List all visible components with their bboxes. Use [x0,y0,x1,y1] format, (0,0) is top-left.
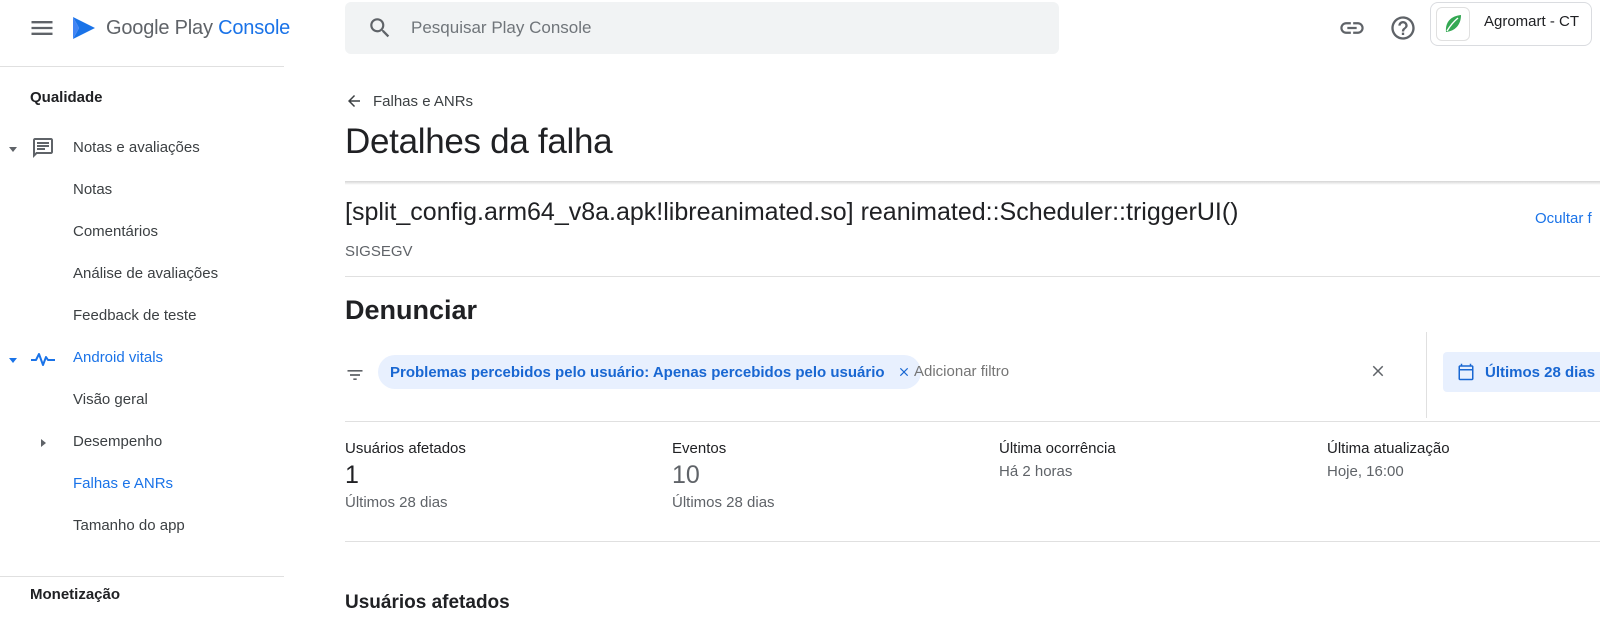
stat-label: Usuários afetados [345,440,466,457]
stat-label: Eventos [672,440,727,457]
account-name: Agromart - CT [1484,12,1580,30]
sidebar: Qualidade Notas e avaliações Notas Comen… [0,66,284,627]
caret-down-icon[interactable] [7,143,19,155]
header-divider [345,181,1600,185]
play-console-logo[interactable]: Google Play Console [70,12,290,44]
caret-right-icon[interactable] [37,437,49,449]
stat-period: Últimos 28 dias [345,494,448,511]
sidebar-item-reviews[interactable]: Comentários [73,223,158,240]
filter-list-icon[interactable] [345,365,365,385]
calendar-icon [1458,363,1474,381]
vertical-divider [1426,332,1427,418]
crash-signal: SIGSEGV [345,243,413,260]
add-filter-input[interactable] [914,363,1214,380]
stat-affected-users: Usuários afetados 1 Últimos 28 dias [345,440,466,511]
affected-users-section-title: Usuários afetados [345,592,510,613]
main-content: Falhas e ANRs Detalhes da falha [split_c… [345,66,1600,627]
sidebar-item-android-vitals[interactable]: Android vitals [73,349,163,366]
link-icon[interactable] [1338,14,1366,42]
back-link-label: Falhas e ANRs [373,92,474,110]
sidebar-section-quality: Qualidade [30,89,103,106]
crash-title: [split_config.arm64_v8a.apk!libreanimate… [345,198,1239,226]
caret-down-icon[interactable] [7,354,19,366]
search-input[interactable] [411,18,1011,38]
sidebar-item-ratings[interactable]: Notas [73,181,112,198]
date-range-button[interactable]: Últimos 28 dias [1443,352,1600,392]
stat-label: Última ocorrência [999,440,1116,457]
filter-chip-user-perceived[interactable]: Problemas percebidos pelo usuário: Apena… [378,355,921,389]
help-icon[interactable] [1389,14,1417,42]
hide-link[interactable]: Ocultar f [1535,210,1592,227]
stat-value: 1 [345,461,359,489]
feedback-icon [33,138,53,158]
stat-value: 10 [672,461,700,489]
stat-last-update: Última atualização Hoje, 16:00 [1327,440,1450,480]
date-range-label: Últimos 28 dias [1485,363,1596,381]
sidebar-item-ratings-reviews[interactable]: Notas e avaliações [73,139,200,156]
sidebar-section-monetization: Monetização [30,586,121,603]
stat-label: Última atualização [1327,440,1450,457]
close-icon[interactable] [897,365,911,379]
top-app-bar: Google Play Console Agromart - CT [0,0,1600,66]
sidebar-item-reviews-analysis[interactable]: Análise de avaliações [73,265,218,282]
menu-icon[interactable] [28,14,56,42]
vitals-pulse-icon [31,353,55,366]
divider [345,276,1600,277]
stat-events: Eventos 10 Últimos 28 dias [672,440,775,511]
divider [345,421,1600,422]
stat-value: Hoje, 16:00 [1327,463,1404,480]
account-switcher[interactable]: Agromart - CT [1430,2,1592,46]
stat-period: Últimos 28 dias [672,494,775,511]
arrow-back-icon [348,95,360,107]
search-icon [370,18,390,38]
sidebar-item-testing-feedback[interactable]: Feedback de teste [73,307,196,324]
play-logo-icon [73,17,95,39]
search-bar[interactable] [345,2,1059,54]
sidebar-item-overview[interactable]: Visão geral [73,391,148,408]
report-section-title: Denunciar [345,295,478,325]
stat-last-occurrence: Última ocorrência Há 2 horas [999,440,1116,480]
sidebar-item-crashes-anrs[interactable]: Falhas e ANRs [73,475,173,492]
divider [345,541,1600,542]
filter-chip-label: Problemas percebidos pelo usuário: Apena… [390,363,885,381]
clear-filters-icon[interactable] [1369,362,1387,380]
back-link[interactable]: Falhas e ANRs [345,92,473,110]
page-title: Detalhes da falha [345,122,613,161]
sidebar-divider [0,576,284,577]
sidebar-item-performance[interactable]: Desempenho [73,433,162,450]
filter-bar: Problemas percebidos pelo usuário: Apena… [345,332,1600,418]
stat-value: Há 2 horas [999,463,1073,480]
app-avatar [1436,7,1470,41]
leaf-icon [1445,15,1461,32]
logo-text: Google Play Console [106,16,291,39]
sidebar-item-app-size[interactable]: Tamanho do app [73,517,185,534]
